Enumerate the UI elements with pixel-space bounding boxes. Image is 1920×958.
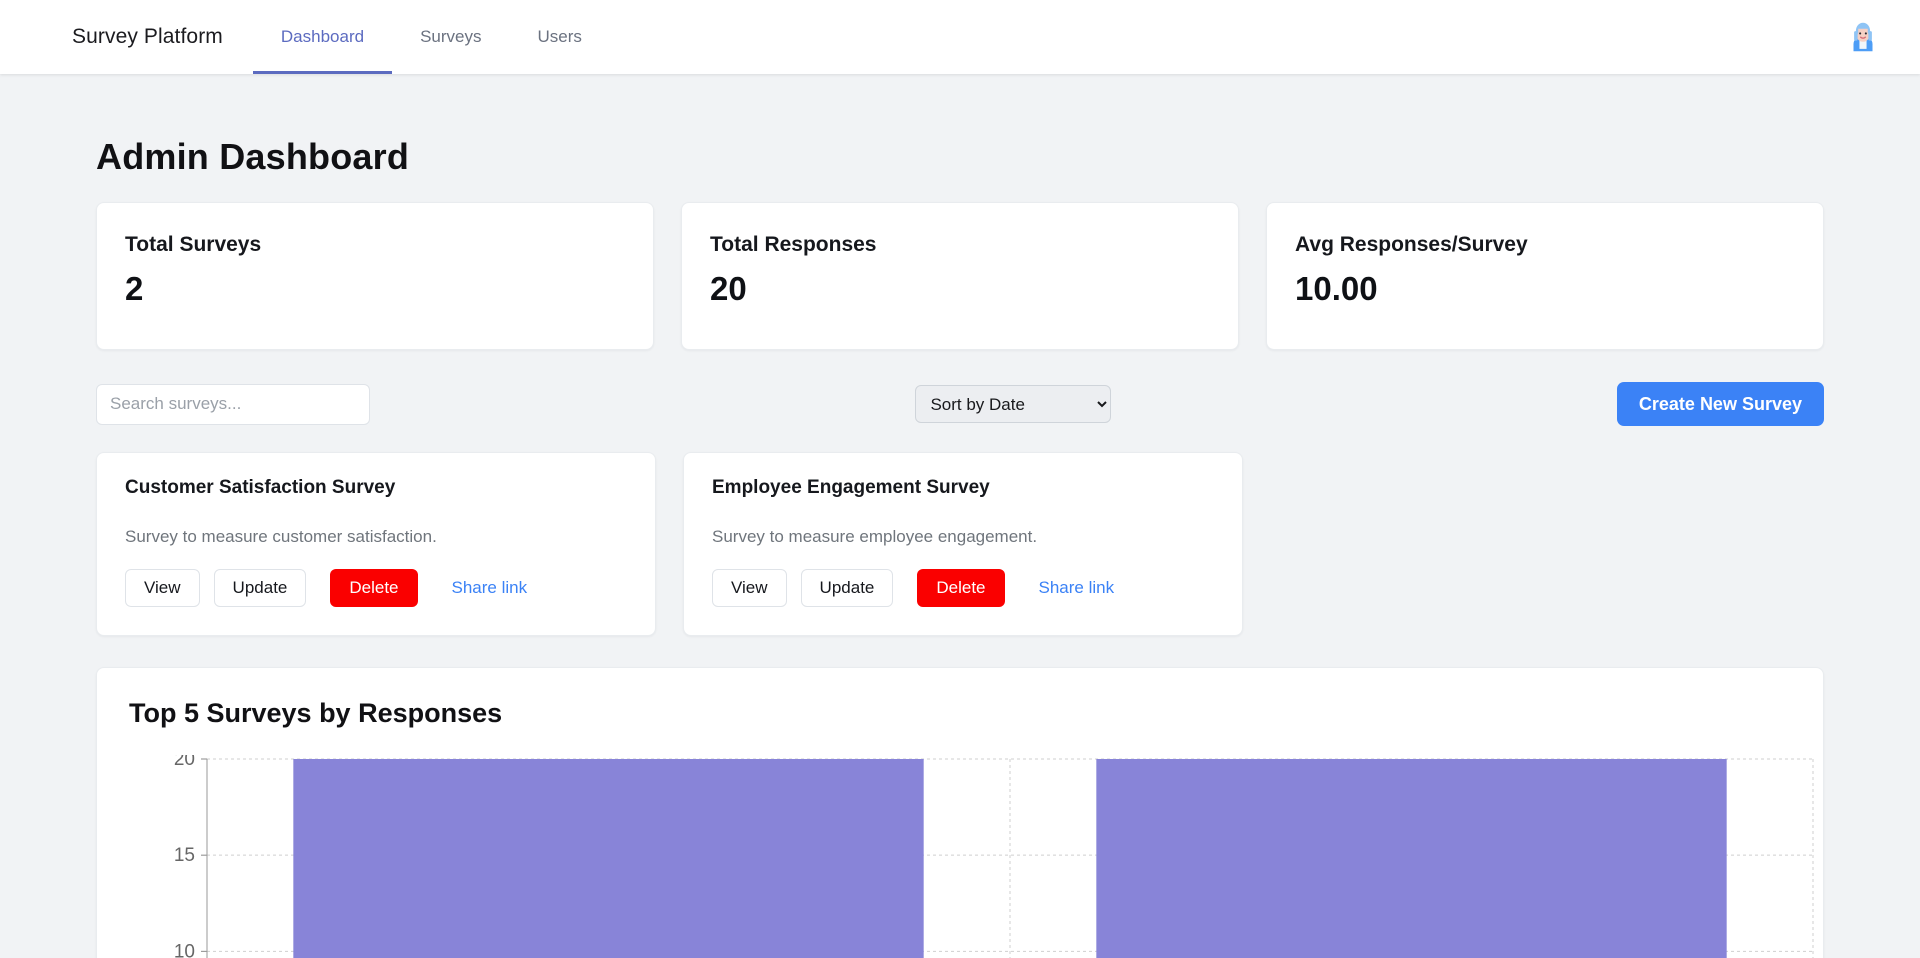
update-button[interactable]: Update — [213, 569, 307, 607]
chart-title: Top 5 Surveys by Responses — [129, 698, 503, 728]
page-content: Admin Dashboard Total Surveys 2 Total Re… — [0, 136, 1920, 958]
top-surveys-chart-card: Top 5 Surveys by Responses 10 15 20 — [96, 667, 1824, 958]
survey-card: Customer Satisfaction Survey Survey to m… — [96, 452, 656, 636]
survey-card: Employee Engagement Survey Survey to mea… — [683, 452, 1243, 636]
survey-title: Customer Satisfaction Survey — [125, 477, 396, 498]
brand-title: Survey Platform — [72, 25, 223, 48]
nav-links: Dashboard Surveys Users — [252, 0, 610, 74]
stat-label: Total Surveys — [125, 233, 262, 256]
stat-value: 20 — [710, 270, 747, 307]
nav-link-dashboard[interactable]: Dashboard — [252, 0, 393, 74]
chart-bar[interactable] — [293, 759, 924, 958]
nav-link-surveys[interactable]: Surveys — [392, 0, 509, 74]
share-link[interactable]: Share link — [452, 578, 528, 598]
survey-cards-row: Customer Satisfaction Survey Survey to m… — [72, 452, 1848, 636]
chart-y-tick-label: 15 — [174, 845, 195, 866]
survey-description: Survey to measure employee engagement. — [712, 527, 1038, 546]
delete-button[interactable]: Delete — [330, 569, 418, 607]
sort-container: Sort by Date Sort by Name Sort by Respon… — [370, 385, 1617, 423]
search-input[interactable] — [96, 383, 370, 425]
view-button[interactable]: View — [712, 569, 787, 607]
stat-value: 2 — [125, 270, 144, 307]
user-avatar-icon[interactable] — [1844, 18, 1882, 56]
delete-button[interactable]: Delete — [917, 569, 1005, 607]
top-surveys-bar-chart: 10 15 20 — [174, 755, 1814, 958]
create-new-survey-button[interactable]: Create New Survey — [1616, 382, 1824, 426]
survey-title: Employee Engagement Survey — [712, 477, 990, 498]
stat-value: 10.00 — [1295, 270, 1378, 307]
view-button[interactable]: View — [125, 569, 200, 607]
stat-card-avg-responses: Avg Responses/Survey 10.00 — [1266, 202, 1824, 350]
stat-card-total-responses: Total Responses 20 — [681, 202, 1239, 350]
sort-select[interactable]: Sort by Date Sort by Name Sort by Respon… — [915, 385, 1112, 423]
chart-y-tick-label: 10 — [174, 941, 195, 958]
chart-y-tick-label: 20 — [174, 755, 195, 770]
top-navbar: Survey Platform Dashboard Surveys Users — [0, 0, 1920, 74]
stat-card-total-surveys: Total Surveys 2 — [96, 202, 654, 350]
stat-cards-row: Total Surveys 2 Total Responses 20 Avg R… — [72, 202, 1848, 350]
survey-actions: View Update Delete Share link — [125, 569, 627, 607]
stat-label: Total Responses — [710, 233, 877, 256]
page-title: Admin Dashboard — [96, 136, 410, 177]
survey-actions: View Update Delete Share link — [712, 569, 1214, 607]
nav-link-users[interactable]: Users — [509, 0, 609, 74]
stat-label: Avg Responses/Survey — [1295, 233, 1528, 256]
surveys-toolbar: Sort by Date Sort by Name Sort by Respon… — [72, 382, 1848, 426]
survey-description: Survey to measure customer satisfaction. — [125, 527, 437, 546]
share-link[interactable]: Share link — [1039, 578, 1115, 598]
update-button[interactable]: Update — [800, 569, 894, 607]
chart-bar[interactable] — [1096, 759, 1727, 958]
